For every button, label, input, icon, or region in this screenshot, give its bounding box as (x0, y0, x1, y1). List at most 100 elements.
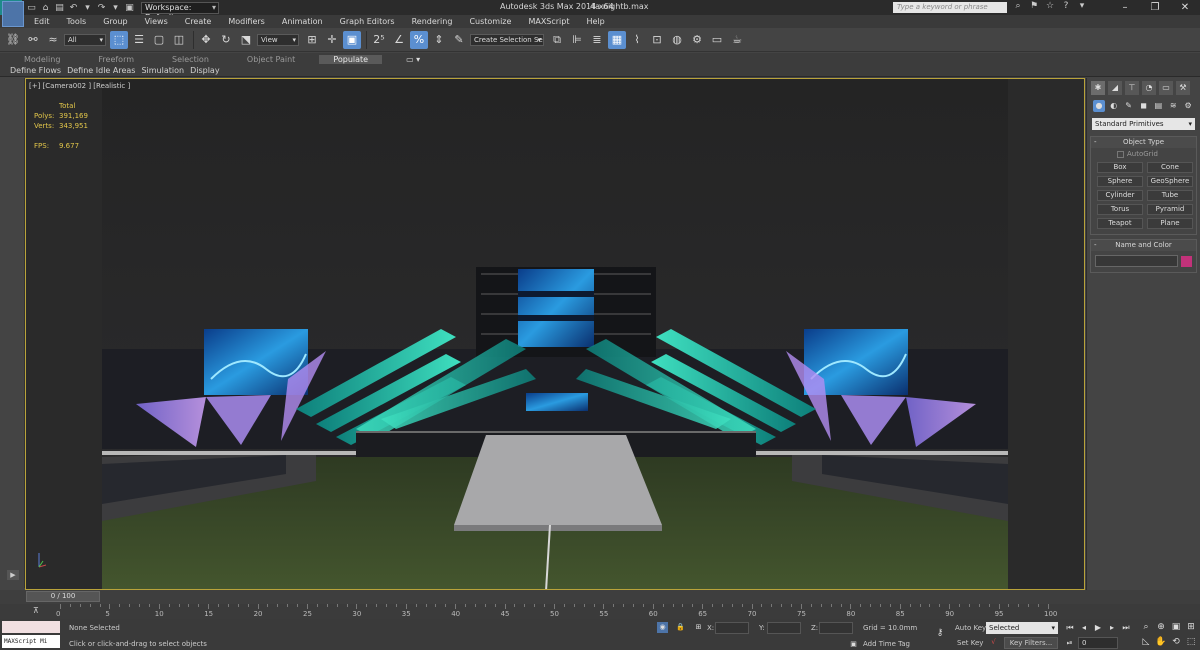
keyboard-shortcut-icon[interactable]: ▣ (343, 30, 361, 49)
maximize-icon[interactable]: ❐ (1140, 0, 1170, 15)
teapot-button[interactable]: Teapot (1097, 218, 1143, 229)
primitive-category-dropdown[interactable]: Standard Primitives ▾ (1092, 118, 1195, 130)
next-frame-icon[interactable]: ▸ (1106, 622, 1118, 634)
search-icon[interactable]: ⌕ (1012, 1, 1024, 11)
named-selection-dropdown[interactable]: Create Selection Se ▾ (470, 33, 544, 46)
x-coordinate-field[interactable] (715, 622, 749, 634)
systems-icon[interactable]: ⚙ (1182, 100, 1194, 112)
sphere-button[interactable]: Sphere (1097, 176, 1143, 187)
display-tab-icon[interactable]: ▭ (1159, 81, 1173, 95)
add-time-tag[interactable]: Add Time Tag (863, 640, 910, 648)
render-teapot-icon[interactable]: ☕ (728, 31, 746, 49)
time-slider-track[interactable] (0, 590, 1200, 604)
menu-views[interactable]: Views (145, 17, 168, 26)
edit-named-selection-icon[interactable]: ✎ (450, 31, 468, 49)
create-tab-icon[interactable]: ✱ (1091, 81, 1105, 95)
time-tag-icon[interactable]: ▣ (848, 639, 859, 650)
window-crossing-icon[interactable]: ◫ (170, 31, 188, 49)
menu-customize[interactable]: Customize (469, 17, 511, 26)
key-mode-dropdown[interactable]: Selected ▾ (986, 622, 1058, 634)
play-animation-icon[interactable]: ▶ (1092, 622, 1104, 634)
cone-button[interactable]: Cone (1147, 162, 1193, 173)
maxscript-mini-listener[interactable]: MAXScript Mi (2, 635, 60, 648)
ribbon-options-icon[interactable]: ▭ ▾ (406, 55, 420, 64)
name-and-color-header[interactable]: - Name and Color (1091, 240, 1196, 251)
menu-animation[interactable]: Animation (282, 17, 323, 26)
hierarchy-tab-icon[interactable]: ⊤ (1125, 81, 1139, 95)
redo-icon[interactable]: ↷ (96, 3, 107, 13)
menu-rendering[interactable]: Rendering (412, 17, 453, 26)
material-editor-icon[interactable]: ◍ (668, 31, 686, 49)
dropdown-icon[interactable]: ▾ (82, 3, 93, 13)
menu-help[interactable]: Help (587, 17, 605, 26)
subtab-display[interactable]: Display (190, 66, 220, 75)
open-file-icon[interactable]: ⌂ (40, 3, 51, 13)
chevron-down-icon[interactable]: ▾ (1076, 1, 1088, 11)
close-icon[interactable]: ✕ (1170, 0, 1200, 15)
key-mode-toggle-icon[interactable]: ⏯ (1064, 638, 1075, 649)
torus-button[interactable]: Torus (1097, 204, 1143, 215)
track-bar-filter-icon[interactable]: ⊼ (33, 606, 39, 615)
menu-graph-editors[interactable]: Graph Editors (340, 17, 395, 26)
key-filters-button[interactable]: Key Filters... (1004, 637, 1058, 649)
rendered-frame-window-icon[interactable]: ▭ (708, 31, 726, 49)
auto-key-button[interactable]: Auto Key (955, 624, 986, 632)
utilities-tab-icon[interactable]: ⚒ (1176, 81, 1190, 95)
save-icon[interactable]: ▤ (54, 3, 65, 13)
play-icon[interactable]: ▶ (7, 570, 19, 580)
search-input[interactable]: Type a keyword or phrase (893, 2, 1007, 13)
menu-edit[interactable]: Edit (34, 17, 50, 26)
helpers-icon[interactable]: ▤ (1152, 100, 1164, 112)
key-icon[interactable]: ⚷ (932, 628, 948, 639)
new-file-icon[interactable]: ▭ (26, 3, 37, 13)
modify-tab-icon[interactable]: ◢ (1108, 81, 1122, 95)
geometry-icon[interactable]: ● (1093, 100, 1105, 112)
render-setup-icon[interactable]: ⚙ (688, 31, 706, 49)
time-slider-thumb[interactable]: 0 / 100 (26, 591, 100, 602)
select-by-name-icon[interactable]: ☰ (130, 31, 148, 49)
percent-snap-icon[interactable]: % (410, 30, 428, 49)
help-icon[interactable]: ? (1060, 1, 1072, 11)
select-manipulate-icon[interactable]: ✛ (323, 31, 341, 49)
maxscript-listener-input[interactable] (2, 621, 60, 633)
project-folder-icon[interactable]: ▣ (124, 3, 135, 13)
pan-icon[interactable]: ✋ (1155, 636, 1167, 648)
set-key-button[interactable]: Set Key (957, 639, 983, 647)
mini-curve-editor-toggle[interactable] (2, 1, 24, 27)
move-icon[interactable]: ✥ (197, 31, 215, 49)
align-icon[interactable]: ⊫ (568, 31, 586, 49)
menu-create[interactable]: Create (185, 17, 212, 26)
select-object-icon[interactable]: ⬚ (110, 30, 128, 49)
space-warps-icon[interactable]: ≋ (1167, 100, 1179, 112)
rectangular-selection-icon[interactable]: ▢ (150, 31, 168, 49)
unlink-icon[interactable]: ⚯ (24, 31, 42, 49)
pivot-center-icon[interactable]: ⊞ (303, 31, 321, 49)
workspace-dropdown[interactable]: Workspace: Default▾ (141, 1, 219, 22)
menu-modifiers[interactable]: Modifiers (228, 17, 265, 26)
tab-selection[interactable]: Selection (172, 55, 209, 64)
current-frame-field[interactable]: 0 (1078, 637, 1118, 649)
snaps-toggle-icon[interactable]: 2⁵ (370, 31, 388, 49)
zoom-icon[interactable]: ⌕ (1140, 621, 1152, 633)
go-to-end-icon[interactable]: ⏭ (1120, 622, 1132, 634)
geosphere-button[interactable]: GeoSphere (1147, 176, 1193, 187)
bind-space-warp-icon[interactable]: ≈ (44, 31, 62, 49)
link-icon[interactable]: ⛓ (4, 31, 22, 49)
subtab-simulation[interactable]: Simulation (141, 66, 184, 75)
z-coordinate-field[interactable] (819, 622, 853, 634)
reference-coordinate-dropdown[interactable]: View ▾ (257, 33, 299, 46)
object-color-swatch[interactable] (1181, 255, 1192, 267)
plane-button[interactable]: Plane (1147, 218, 1193, 229)
menu-tools[interactable]: Tools (67, 17, 87, 26)
maximize-viewport-icon[interactable]: ⬚ (1185, 636, 1197, 648)
field-of-view-icon[interactable]: ◺ (1140, 636, 1152, 648)
set-keys-icon[interactable]: √ (988, 637, 999, 648)
rotate-icon[interactable]: ↻ (217, 31, 235, 49)
tab-populate[interactable]: Populate (319, 54, 383, 64)
tab-freeform[interactable]: Freeform (98, 55, 134, 64)
zoom-extents-all-icon[interactable]: ⊞ (1185, 621, 1197, 633)
subtab-define-flows[interactable]: Define Flows (10, 66, 61, 75)
viewport-label[interactable]: [+] [Camera002 ] [Realistic ] (29, 82, 130, 90)
menu-group[interactable]: Group (103, 17, 127, 26)
camera-viewport[interactable]: [+] [Camera002 ] [Realistic ] Total Poly… (25, 78, 1085, 590)
